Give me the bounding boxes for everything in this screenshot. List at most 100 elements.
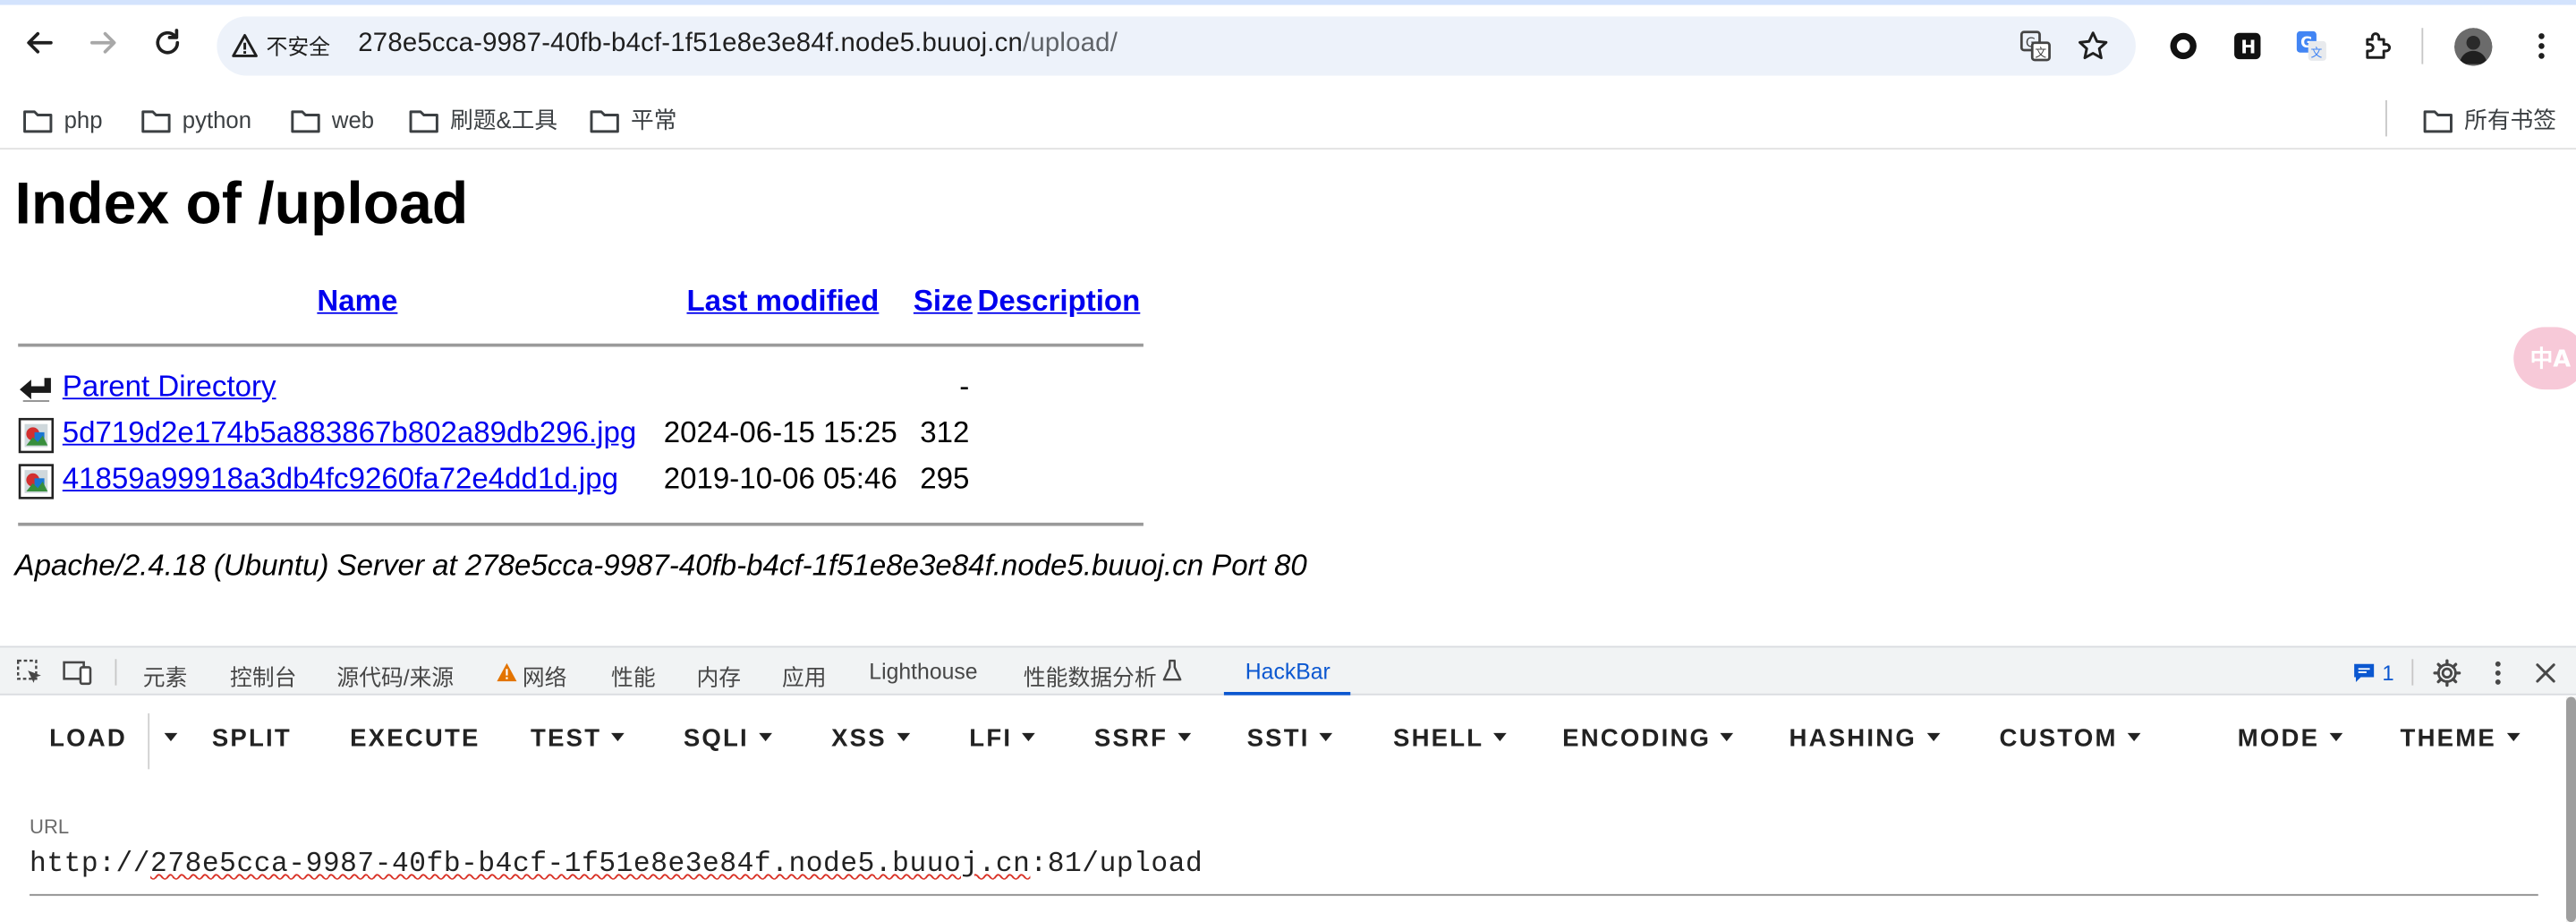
xss-menu-button[interactable]: XSS	[831, 724, 910, 753]
custom-label: CUSTOM	[1999, 724, 2118, 753]
chevron-down-icon	[2329, 732, 2342, 741]
bookmark-star-icon[interactable]	[2077, 30, 2110, 63]
sqli-label: SQLI	[683, 724, 749, 753]
sqli-menu-button[interactable]: SQLI	[684, 725, 772, 753]
settings-gear-icon[interactable]	[2431, 657, 2461, 687]
table-divider	[18, 522, 1143, 526]
tab-memory[interactable]: 内存	[697, 659, 742, 692]
translate-badge-text: 中A	[2529, 346, 2572, 373]
ssti-menu-button[interactable]: SSTI	[1247, 725, 1333, 753]
chevron-down-icon	[1022, 732, 1035, 741]
mode-menu-button[interactable]: MODE	[2238, 725, 2342, 753]
bookmark-folder-daily[interactable]: 平常	[590, 100, 676, 140]
test-menu-button[interactable]: TEST	[531, 725, 625, 753]
svg-text:文: 文	[2310, 47, 2322, 60]
url-host: 278e5cca-9987-40fb-b4cf-1f51e8e3e84f.nod…	[358, 30, 1024, 58]
chevron-down-icon	[1177, 732, 1191, 741]
image-file-icon	[18, 464, 55, 499]
tab-hackbar[interactable]: HackBar	[1245, 659, 1331, 684]
chevron-down-icon	[2505, 732, 2520, 741]
file-size: -	[959, 370, 970, 403]
issues-badge[interactable]: 1	[2352, 661, 2394, 686]
chevron-down-icon	[758, 732, 772, 741]
devtools-divider	[115, 659, 117, 686]
google-translate-extension-icon[interactable]: G文	[2293, 28, 2329, 64]
column-description-link[interactable]: Description	[977, 285, 1140, 320]
warning-triangle-icon	[232, 33, 258, 56]
extension-circle-icon[interactable]	[2165, 28, 2201, 64]
devtools-menu-icon[interactable]	[2482, 657, 2512, 687]
file-modified: 2024-06-15 15:25	[663, 415, 897, 449]
device-toolbar-icon[interactable]	[63, 657, 92, 687]
url-path: /upload/	[1023, 30, 1118, 58]
folder-icon	[141, 109, 171, 132]
url-input[interactable]: http://278e5cca-9987-40fb-b4cf-1f51e8e3e…	[30, 849, 2538, 881]
tab-performance[interactable]: 性能	[611, 659, 656, 692]
close-devtools-icon[interactable]	[2530, 657, 2560, 687]
tab-performance-insights[interactable]: 性能数据分析	[1024, 659, 1157, 692]
extensions-puzzle-icon[interactable]	[2359, 28, 2395, 64]
back-button[interactable]	[20, 23, 59, 63]
tab-lighthouse[interactable]: Lighthouse	[869, 659, 977, 684]
bookmark-folder-tools[interactable]: 刷题&工具	[409, 100, 557, 140]
bookmark-folder-python[interactable]: python	[141, 100, 251, 140]
chevron-down-icon	[1926, 732, 1940, 741]
security-label: 不安全	[266, 34, 331, 60]
hackbar-extension-icon[interactable]: H	[2230, 28, 2266, 64]
all-bookmarks-label: 所有书签	[2464, 107, 2556, 133]
directory-listing-page: Index of /upload Name Last modified Size…	[0, 149, 2576, 646]
split-button[interactable]: SPLIT	[212, 725, 292, 753]
url-scheme: http://	[30, 849, 151, 882]
encoding-menu-button[interactable]: ENCODING	[1562, 725, 1734, 753]
load-button[interactable]: LOAD	[49, 725, 127, 753]
folder-icon	[291, 109, 320, 132]
translate-page-icon[interactable]: G文	[2019, 30, 2053, 63]
svg-text:文: 文	[2035, 47, 2046, 61]
tab-sources[interactable]: 源代码/来源	[336, 659, 454, 692]
tab-application[interactable]: 应用	[782, 659, 827, 692]
url-text[interactable]: 278e5cca-9987-40fb-b4cf-1f51e8e3e84f.nod…	[358, 30, 1118, 59]
column-name-link[interactable]: Name	[317, 285, 397, 320]
column-size-link[interactable]: Size	[914, 285, 973, 320]
forward-button[interactable]	[84, 23, 123, 63]
reload-button[interactable]	[148, 23, 187, 63]
load-dropdown-button[interactable]	[155, 725, 178, 753]
table-divider	[18, 343, 1143, 347]
execute-button[interactable]: EXECUTE	[350, 725, 480, 753]
hashing-menu-button[interactable]: HASHING	[1790, 725, 1940, 753]
hashing-label: HASHING	[1789, 724, 1917, 753]
ssti-label: SSTI	[1246, 724, 1310, 753]
bookmark-label: python	[182, 107, 252, 133]
shell-menu-button[interactable]: SHELL	[1393, 725, 1508, 753]
inspect-element-icon[interactable]	[15, 657, 45, 687]
chevron-down-icon	[611, 732, 625, 741]
file-size: 312	[920, 415, 970, 449]
hackbar-scrollbar-thumb[interactable]	[2565, 696, 2576, 922]
xss-label: XSS	[831, 724, 887, 753]
bookmark-label: web	[331, 107, 375, 133]
file-link[interactable]: 41859a99918a3db4fc9260fa72e4dd1d.jpg	[63, 462, 618, 497]
tab-network[interactable]: 网络	[523, 659, 567, 692]
profile-avatar[interactable]	[2454, 28, 2493, 66]
ssrf-menu-button[interactable]: SSRF	[1094, 725, 1191, 753]
hackbar-panel: LOAD SPLIT EXECUTE TEST SQLI XSS LFI SSR…	[0, 696, 2576, 922]
bookmark-folder-web[interactable]: web	[291, 100, 374, 140]
parent-directory-link[interactable]: Parent Directory	[63, 370, 276, 405]
translate-floating-button[interactable]: 中A	[2513, 327, 2576, 390]
file-size: 295	[920, 461, 970, 495]
security-chip[interactable]: 不安全	[232, 30, 330, 61]
custom-menu-button[interactable]: CUSTOM	[2000, 725, 2141, 753]
tab-elements[interactable]: 元素	[143, 659, 188, 692]
browser-menu-icon[interactable]	[2523, 28, 2559, 64]
column-last-modified-link[interactable]: Last modified	[686, 285, 879, 320]
tab-console[interactable]: 控制台	[230, 659, 296, 692]
chevron-down-icon	[1721, 732, 1734, 741]
theme-menu-button[interactable]: THEME	[2401, 725, 2520, 753]
all-bookmarks-button[interactable]: 所有书签	[2423, 100, 2556, 140]
file-link[interactable]: 5d719d2e174b5a883867b802a89db296.jpg	[63, 416, 636, 451]
chevron-down-icon	[164, 732, 178, 741]
reload-icon	[156, 29, 180, 55]
lfi-menu-button[interactable]: LFI	[969, 725, 1035, 753]
bookmark-folder-php[interactable]: php	[23, 100, 103, 140]
tab-strip-edge	[0, 0, 2576, 5]
